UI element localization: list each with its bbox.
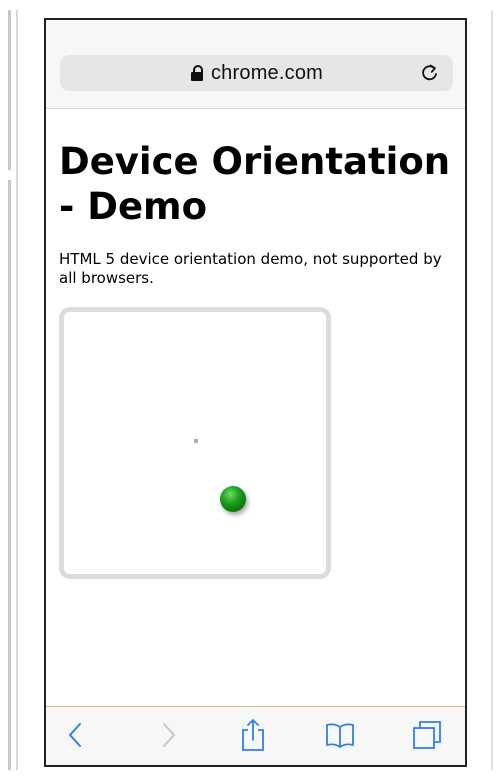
url-text: chrome.com — [210, 61, 324, 84]
forward-button[interactable] — [150, 717, 186, 753]
screen: chrome.com Device Orientation - Demo HTM… — [0, 0, 498, 781]
edge-stripe — [16, 10, 18, 770]
back-icon — [69, 723, 81, 747]
bookmarks-button[interactable] — [322, 717, 358, 753]
browser-toolbar — [46, 706, 465, 765]
orientation-ball — [220, 486, 246, 512]
share-icon — [242, 719, 264, 751]
forward-icon — [163, 723, 175, 747]
back-button[interactable] — [58, 717, 94, 753]
reload-icon[interactable] — [417, 60, 443, 86]
device-edge-right — [469, 10, 495, 770]
bookmarks-icon — [326, 723, 354, 748]
share-button[interactable] — [235, 717, 271, 753]
page-description: HTML 5 device orientation demo, not supp… — [59, 250, 442, 287]
device-edge-left — [0, 0, 24, 781]
address-bar[interactable]: chrome.com — [60, 55, 453, 91]
lock-icon — [190, 65, 204, 81]
phone-screen: chrome.com Device Orientation - Demo HTM… — [44, 18, 467, 767]
edge-stripe — [8, 10, 11, 170]
browser-top-bar: chrome.com — [46, 20, 465, 109]
tabs-icon — [413, 721, 441, 749]
center-marker — [194, 439, 198, 443]
orientation-demo-box — [59, 307, 331, 579]
reload-glyph — [422, 64, 437, 81]
tabs-button[interactable] — [409, 717, 445, 753]
edge-stripe — [8, 180, 11, 770]
page-title: Device Orientation - Demo — [59, 140, 451, 228]
edge-line — [491, 10, 493, 770]
